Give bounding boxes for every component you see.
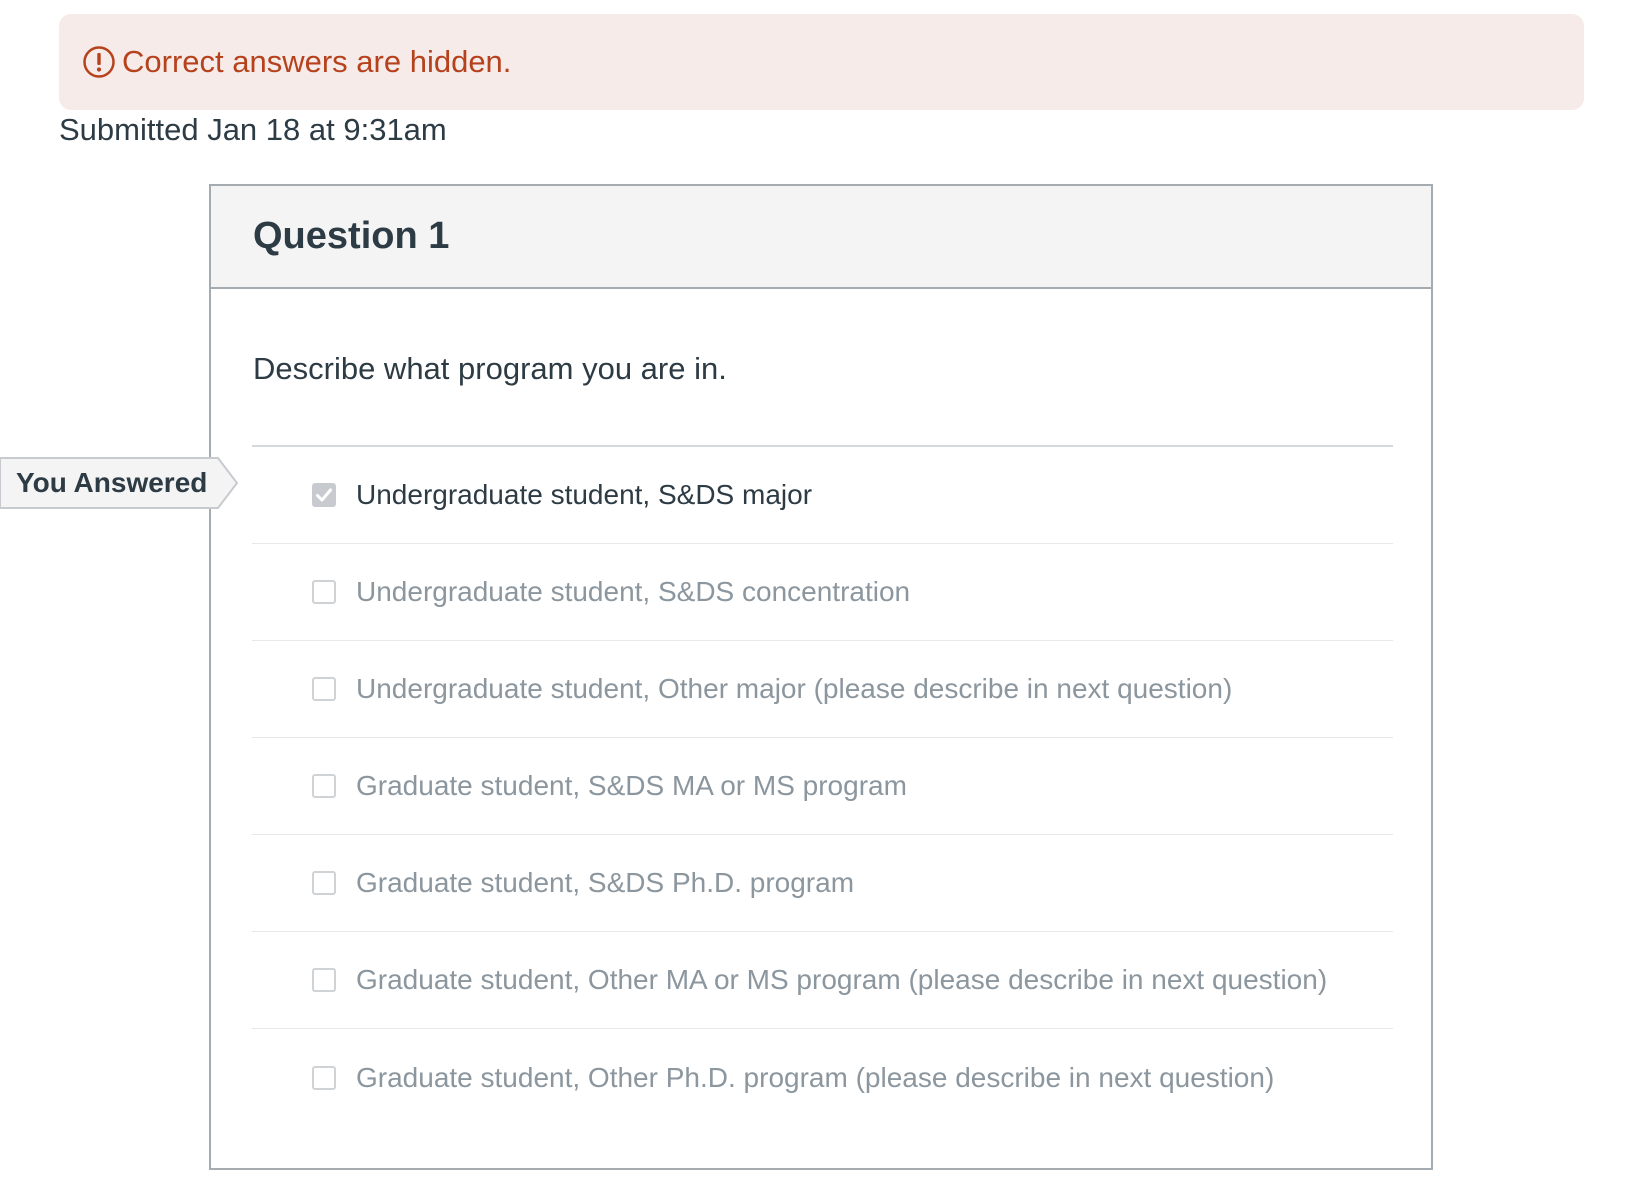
answer-option: Undergraduate student, Other major (plea… <box>252 641 1393 738</box>
question-prompt: Describe what program you are in. <box>253 351 727 386</box>
answer-label: Undergraduate student, S&DS major <box>356 479 813 510</box>
checkbox-unchecked-icon <box>312 580 336 604</box>
answer-option: Undergraduate student, S&DS major <box>252 447 1393 544</box>
question-title: Question 1 <box>253 215 450 257</box>
answer-list: Undergraduate student, S&DS major Underg… <box>252 445 1393 1126</box>
answer-label: Undergraduate student, Other major (plea… <box>356 673 1233 704</box>
checkbox-unchecked-icon <box>312 774 336 798</box>
checkbox-unchecked-icon <box>312 968 336 992</box>
correct-answers-hidden-alert: Correct answers are hidden. <box>59 14 1584 110</box>
answer-option: Graduate student, Other MA or MS program… <box>252 932 1393 1029</box>
you-answered-label: You Answered <box>16 467 208 498</box>
answer-label: Graduate student, S&DS MA or MS program <box>356 770 907 801</box>
checkbox-checked-icon <box>312 483 336 507</box>
question-header: Question 1 <box>211 186 1431 289</box>
alert-message: Correct answers are hidden. <box>122 44 512 79</box>
answer-label: Undergraduate student, S&DS concentratio… <box>356 576 911 607</box>
answer-option: Graduate student, Other Ph.D. program (p… <box>252 1029 1393 1126</box>
checkbox-unchecked-icon <box>312 1065 336 1090</box>
checkbox-unchecked-icon <box>312 871 336 895</box>
answer-label: Graduate student, Other MA or MS program… <box>356 964 1328 995</box>
answer-label: Graduate student, S&DS Ph.D. program <box>356 867 855 898</box>
question-card: Question 1 Describe what program you are… <box>209 184 1433 1170</box>
exclamation-circle-icon <box>82 45 116 79</box>
answer-option: Undergraduate student, S&DS concentratio… <box>252 544 1393 641</box>
answer-label: Graduate student, Other Ph.D. program (p… <box>356 1061 1275 1093</box>
checkbox-unchecked-icon <box>312 677 336 701</box>
answer-option: Graduate student, S&DS MA or MS program <box>252 738 1393 835</box>
answer-option: Graduate student, S&DS Ph.D. program <box>252 835 1393 932</box>
you-answered-marker: You Answered <box>0 457 240 509</box>
submission-timestamp: Submitted Jan 18 at 9:31am <box>59 112 447 147</box>
